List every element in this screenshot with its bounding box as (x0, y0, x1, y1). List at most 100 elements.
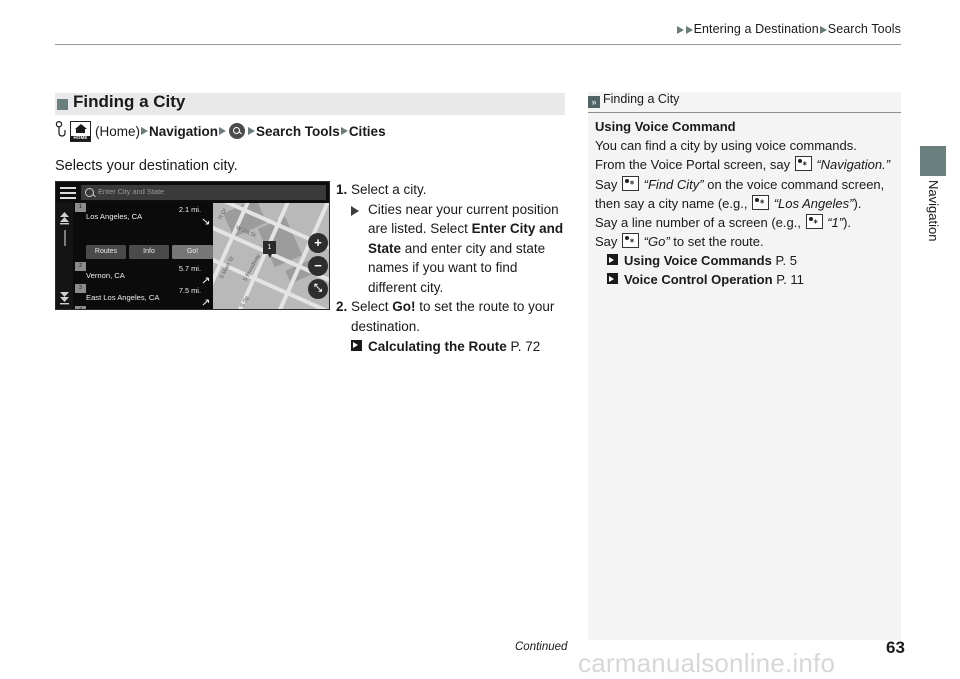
list-item-distance: 7.8 mi. (179, 308, 201, 309)
page-number: 63 (886, 638, 905, 657)
breadcrumb: Entering a Destination Search Tools (676, 22, 901, 36)
zoom-out-button[interactable]: − (308, 256, 328, 276)
direction-arrow-icon (202, 213, 210, 225)
panel-line-5: Say a line number of a screen (e.g., ⁎ “… (595, 213, 895, 232)
scroll-down-icon[interactable] (59, 292, 70, 305)
scroll-up-icon[interactable] (59, 212, 70, 225)
voice-command-icon: ⁎ (622, 175, 640, 191)
list-item-city: East Los Angeles, CA (86, 293, 160, 302)
go-button[interactable]: Go! (172, 245, 213, 259)
search-icon[interactable] (229, 123, 246, 139)
step-2: 2. Select Go! to set the route to your d… (336, 297, 568, 357)
panel-line-3: Say ⁎ “Find City” on the voice command s… (595, 175, 895, 194)
chapter-tab-marker (920, 146, 946, 176)
panel-line-4-quote: “Los Angeles” (773, 195, 854, 211)
list-item[interactable]: 1 Los Angeles, CA 2.1 mi. (73, 203, 213, 225)
navigation-path: HOME (Home) Navigation Search Tools Citi… (55, 120, 386, 142)
info-button[interactable]: Info (129, 245, 169, 259)
home-icon-label: HOME (71, 135, 90, 141)
step-2-pre: Select (351, 299, 393, 314)
navigation-screenshot: Enter City and State 1 Los Angeles, CA 2… (55, 181, 330, 310)
step-1-sub-b-pre: Select (430, 221, 472, 236)
direction-arrow-icon (202, 272, 210, 284)
chapter-tab-label: Navigation (926, 180, 941, 242)
search-placeholder: Enter City and State (98, 187, 165, 197)
search-icon (85, 188, 94, 198)
reference-label: Calculating the Route (368, 339, 507, 354)
panel-line-3-post: on the voice command screen, (707, 176, 885, 192)
panel-line-6-pre: Say (595, 234, 618, 250)
list-item[interactable]: 2 Vernon, CA 5.7 mi. (73, 262, 213, 284)
panel-line-5-pre: Say a line number of a screen (e.g., (595, 215, 801, 231)
expand-map-button[interactable]: ⤡ (308, 279, 328, 299)
go-label[interactable]: Go! (392, 299, 415, 314)
panel-line-1: You can find a city by using voice comma… (595, 138, 857, 154)
scrollbar-thumb[interactable] (63, 230, 66, 246)
breadcrumb-item-search-tools: Search Tools (827, 22, 901, 36)
city-list[interactable]: 1 Los Angeles, CA 2.1 mi. Routes Info Go… (73, 203, 213, 309)
step-1: 1. Select a city. Cities near your curre… (336, 180, 568, 297)
panel-reference-2-label: Voice Control Operation (624, 272, 773, 288)
path-item-cities[interactable]: Cities (349, 124, 386, 139)
action-buttons[interactable]: Routes Info Go! (86, 245, 213, 259)
search-input[interactable]: Enter City and State (81, 185, 326, 200)
cross-reference[interactable]: Calculating the Route P. 72 (351, 337, 568, 357)
panel-line-3-pre: Say (595, 176, 618, 192)
step-2-number: 2. (336, 299, 348, 314)
list-item-distance: 7.5 mi. (178, 286, 201, 295)
chevron-right-icon (685, 26, 693, 34)
list-item[interactable]: 3 East Los Angeles, CA 7.5 mi. (73, 284, 213, 306)
hand-pointer-icon (55, 121, 67, 141)
list-item-distance: 5.7 mi. (178, 264, 201, 273)
map-view[interactable]: N Gr W 1st St S Main St S Broadway S Sp … (213, 203, 329, 309)
zoom-in-button[interactable]: + (308, 233, 328, 253)
reference-arrow-icon (607, 254, 618, 266)
reference-page: P. 72 (510, 339, 541, 354)
panel-line-5-quote: “1” (827, 215, 844, 231)
direction-arrow-icon (202, 294, 210, 306)
step-1-text: Select a city. (351, 182, 427, 197)
path-item-navigation[interactable]: Navigation (149, 124, 218, 139)
list-item-number: 4 (75, 306, 86, 309)
reference-arrow-icon (351, 340, 362, 351)
breadcrumb-item-destination: Entering a Destination (693, 22, 819, 36)
path-item-search-tools[interactable]: Search Tools (256, 124, 340, 139)
panel-divider (588, 112, 901, 113)
chevron-right-icon (141, 127, 149, 135)
map-pin-icon[interactable]: 1 (263, 241, 276, 258)
intro-text: Selects your destination city. (55, 158, 238, 174)
instruction-steps: 1. Select a city. Cities near your curre… (336, 180, 568, 357)
page-header: Entering a Destination Search Tools (55, 14, 901, 44)
section-header: Finding a City (55, 92, 565, 115)
list-item[interactable]: 4 Huntington Park, CA 7.8 mi. (73, 306, 213, 309)
panel-title: Using Voice Command (595, 119, 736, 134)
voice-command-icon: ⁎ (752, 194, 770, 210)
map-street-label: S Sp (239, 295, 251, 309)
header-divider (55, 44, 901, 45)
voice-command-icon: ⁎ (622, 233, 640, 249)
panel-cross-reference-2[interactable]: Voice Control Operation P. 11 (595, 270, 895, 289)
routes-button[interactable]: Routes (86, 245, 126, 259)
panel-line-4: then say a city name (e.g., ⁎ “Los Angel… (595, 194, 895, 213)
home-body-shape (76, 128, 85, 133)
panel-line-6-post: to set the route. (673, 234, 764, 250)
panel-line-6-quote: “Go” (643, 234, 670, 250)
chevron-right-icon (248, 127, 256, 135)
watermark: carmanualsonline.info (578, 648, 836, 678)
square-bullet-icon (57, 99, 68, 110)
list-item-distance: 2.1 mi. (178, 205, 201, 214)
step-1-number: 1. (336, 182, 348, 197)
home-label: (Home) (95, 123, 141, 139)
menu-icon[interactable] (60, 187, 76, 199)
panel-line-2-quote: “Navigation.” (816, 157, 891, 173)
panel-cross-reference-1[interactable]: Using Voice Commands P. 5 (595, 251, 895, 270)
home-button-icon[interactable]: HOME (70, 120, 91, 142)
panel-line-2-pre: From the Voice Portal screen, say (595, 157, 791, 173)
panel-header: » Finding a City (588, 92, 901, 110)
panel-line-4-pre: then say a city name (e.g., (595, 195, 748, 211)
panel-line-3-quote: “Find City” (643, 176, 704, 192)
page-title: Finding a City (73, 92, 186, 111)
chevron-right-icon (351, 205, 359, 216)
chevron-right-icon (676, 26, 684, 34)
panel-line-2: From the Voice Portal screen, say ⁎ “Nav… (595, 155, 895, 174)
